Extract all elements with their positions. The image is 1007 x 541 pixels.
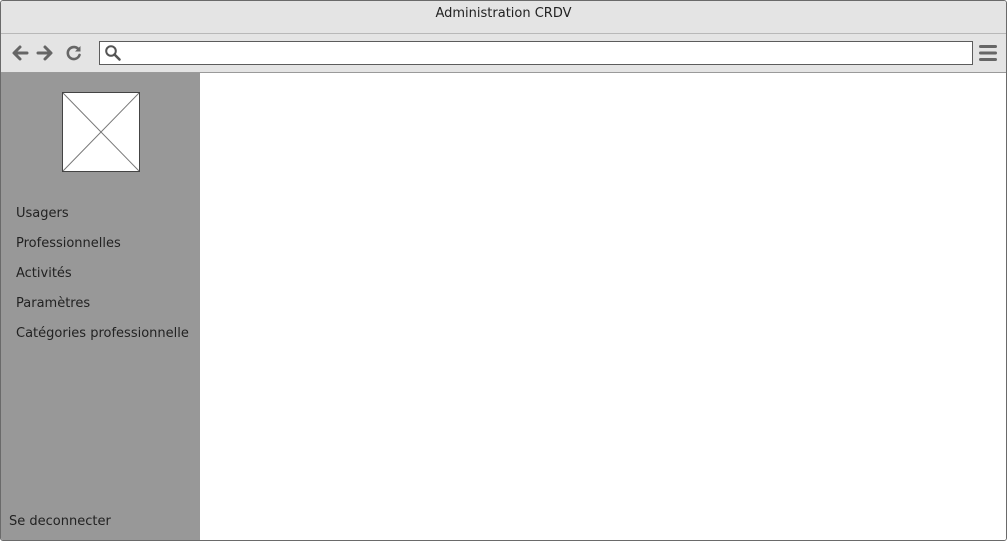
back-button[interactable]: [10, 43, 30, 63]
sidebar-item-activites[interactable]: Activités: [16, 263, 189, 293]
reload-icon: [66, 45, 81, 61]
address-input[interactable]: [126, 43, 966, 61]
address-bar[interactable]: [99, 41, 973, 65]
menu-button[interactable]: [978, 44, 998, 62]
reload-button[interactable]: [64, 43, 84, 63]
sidebar-item-categories-professionnelle[interactable]: Catégories professionnelle: [16, 323, 189, 353]
sidebar-item-professionnelles[interactable]: Professionnelles: [16, 233, 189, 263]
logout-link[interactable]: Se deconnecter: [9, 514, 111, 529]
search-icon: [105, 45, 121, 61]
hamburger-menu-icon: [979, 45, 997, 61]
sidebar-nav: Usagers Professionnelles Activités Param…: [16, 203, 189, 353]
browser-window: Administration CRDV Usagers Professionne…: [0, 0, 1007, 541]
window-title: Administration CRDV: [1, 1, 1006, 34]
browser-toolbar: [1, 34, 1006, 73]
main-content: [200, 73, 1006, 540]
image-placeholder-icon: [62, 92, 140, 172]
arrow-right-icon: [36, 45, 53, 61]
sidebar: Usagers Professionnelles Activités Param…: [1, 73, 200, 540]
sidebar-item-parametres[interactable]: Paramètres: [16, 293, 189, 323]
sidebar-item-usagers[interactable]: Usagers: [16, 203, 189, 233]
forward-button[interactable]: [35, 43, 55, 63]
arrow-left-icon: [12, 45, 29, 61]
logo-image-placeholder: [62, 92, 140, 172]
